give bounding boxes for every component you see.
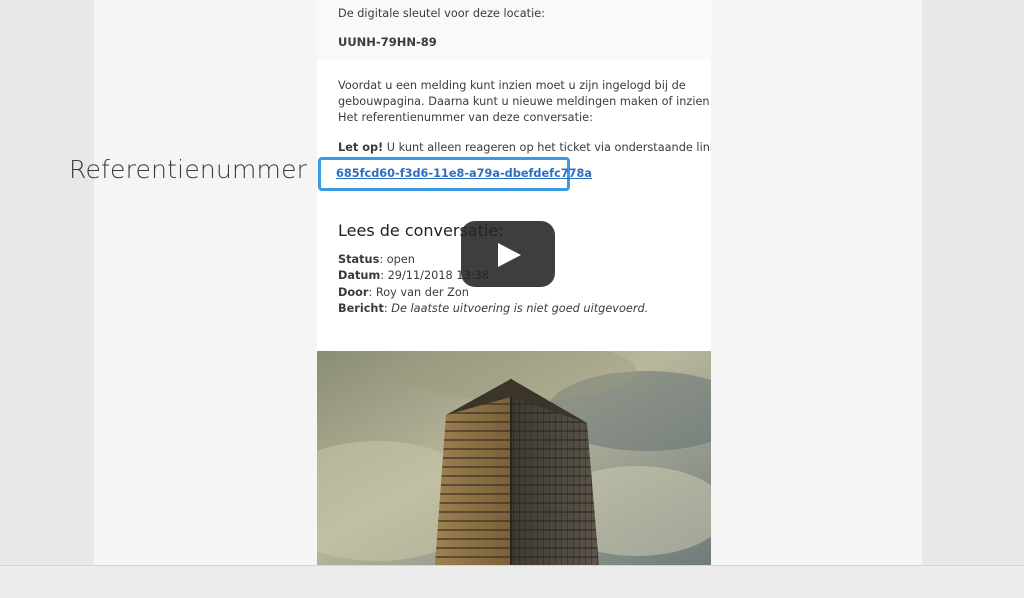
author-label: Door xyxy=(338,286,369,299)
intro-line-2: gebouwpagina. Daarna kunt u nieuwe meldi… xyxy=(338,95,711,108)
status-label: Status xyxy=(338,253,380,266)
annotation-label: Referentienummer xyxy=(69,155,308,184)
key-label: De digitale sleutel voor deze locatie: xyxy=(338,7,545,20)
building-photo xyxy=(317,351,711,565)
intro-line-1: Voordat u een melding kunt inzien moet u… xyxy=(338,79,686,92)
author-value: : Roy van der Zon xyxy=(368,286,469,299)
message-label: Bericht xyxy=(338,302,384,315)
play-icon xyxy=(498,243,521,267)
intro-line-3: Het referentienummer van deze conversati… xyxy=(338,111,593,124)
warning-message: U kunt alleen reageren op het ticket via… xyxy=(383,141,711,154)
message-row: Bericht: De laatste uitvoering is niet g… xyxy=(338,302,649,315)
warning-text: Let op! U kunt alleen reageren op het ti… xyxy=(338,140,711,156)
player-bottom-area xyxy=(0,565,1024,598)
reference-link[interactable]: 685fcd60-f3d6-11e8-a79a-dbefdefc778a xyxy=(336,167,592,180)
status-row: Status: open xyxy=(338,252,415,268)
warning-bold: Let op! xyxy=(338,141,384,154)
message-value: De laatste uitvoering is niet goed uitge… xyxy=(391,302,649,315)
author-row: Door: Roy van der Zon xyxy=(338,285,469,301)
date-label: Datum xyxy=(338,269,381,282)
play-button[interactable] xyxy=(461,221,555,287)
key-value: UUNH-79HN-89 xyxy=(338,35,437,49)
status-value: : open xyxy=(379,253,415,266)
